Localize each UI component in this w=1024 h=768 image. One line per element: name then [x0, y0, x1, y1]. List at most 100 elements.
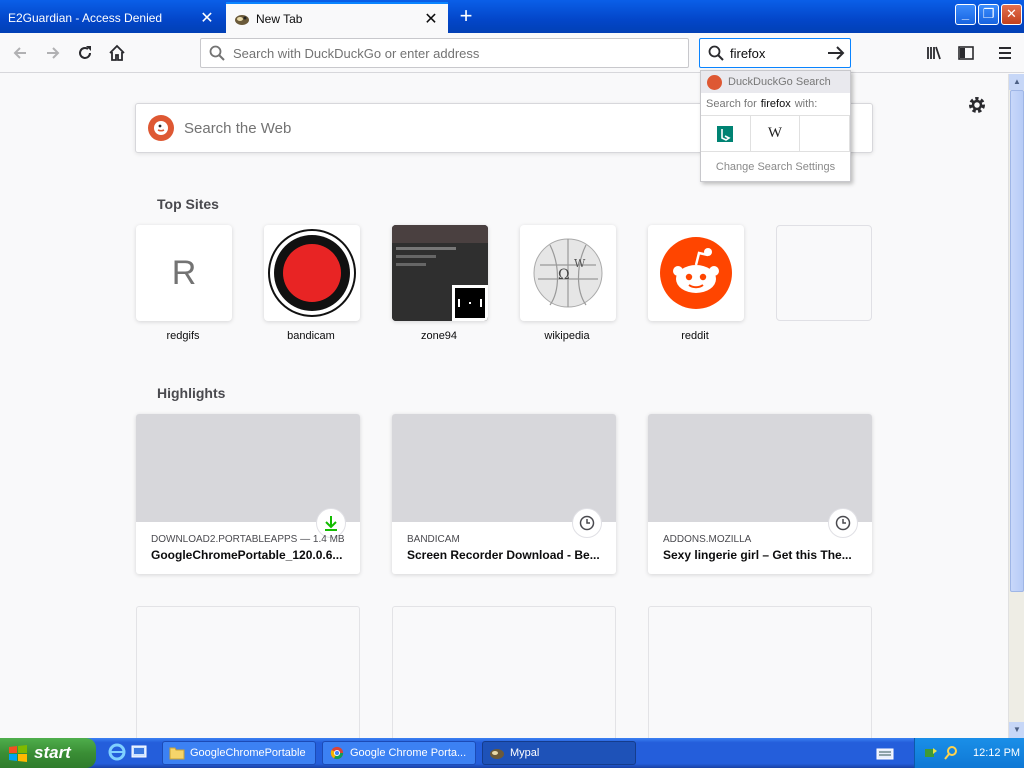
bing-engine-button[interactable] — [701, 115, 751, 152]
taskbar-item-explorer[interactable]: GoogleChromePortable — [162, 741, 316, 765]
mypal-icon — [490, 749, 504, 759]
highlight-source: ADDONS.MOZILLA — [663, 534, 752, 545]
top-site-empty — [776, 225, 872, 321]
top-site-reddit[interactable] — [648, 225, 744, 321]
reload-icon — [79, 46, 91, 59]
taskbar-item-chrome[interactable]: Google Chrome Porta... — [322, 741, 476, 765]
highlight-title: Sexy lingerie girl – Get this The... — [663, 548, 852, 562]
taskbar-item-mypal[interactable]: Mypal — [482, 741, 636, 765]
windows-taskbar: start GoogleChromePortable Google Chrome… — [0, 738, 1024, 768]
library-button[interactable] — [922, 41, 946, 65]
top-site-redgifs[interactable]: R — [136, 225, 232, 321]
clock-icon — [835, 515, 851, 531]
search-icon — [209, 45, 225, 61]
highlight-card[interactable]: DOWNLOAD2.PORTABLEAPPS — 1.4 MB GoogleCh… — [136, 414, 360, 574]
address-input[interactable] — [233, 45, 673, 61]
show-desktop-icon[interactable] — [130, 743, 148, 761]
duckduckgo-logo-icon — [148, 115, 174, 141]
highlight-card[interactable]: ADDONS.MOZILLA Sexy lingerie girl – Get … — [648, 414, 872, 574]
highlight-thumbnail — [392, 414, 616, 522]
zone94-screenshot-icon — [392, 225, 488, 321]
menu-button[interactable] — [993, 41, 1017, 65]
highlight-placeholder — [648, 606, 872, 738]
engine-name: DuckDuckGo Search — [728, 76, 831, 88]
highlights-heading: Highlights — [157, 385, 226, 401]
folder-icon — [169, 747, 185, 760]
scroll-up-arrow-icon[interactable]: ▲ — [1009, 74, 1024, 90]
duckduckgo-icon — [707, 74, 722, 90]
empty-engine-slot — [800, 115, 851, 152]
bandicam-logo-icon — [268, 229, 356, 317]
home-button[interactable] — [105, 41, 129, 65]
top-site-zone94[interactable] — [392, 225, 488, 321]
site-letter: R — [171, 253, 197, 292]
clock: 12:12 PM — [973, 747, 1021, 759]
wikipedia-engine-button[interactable]: W — [751, 115, 801, 152]
highlight-card[interactable]: BANDICAM Screen Recorder Download - Be..… — [392, 414, 616, 574]
wikipedia-globe-icon: Ω W — [533, 238, 603, 308]
minimize-button[interactable]: _ — [955, 4, 976, 25]
current-engine-header: DuckDuckGo Search — [701, 71, 850, 93]
search-input[interactable] — [730, 45, 825, 61]
highlight-title: Screen Recorder Download - Be... — [407, 548, 600, 562]
clock-icon — [579, 515, 595, 531]
tab-strip: E2Guardian - Access Denied ✕ New Tab ✕ +… — [0, 0, 1024, 33]
start-button[interactable]: start — [0, 738, 96, 768]
navigation-toolbar — [0, 33, 1024, 73]
top-site-wikipedia[interactable]: Ω W — [520, 225, 616, 321]
history-context-button[interactable] — [572, 508, 602, 538]
new-tab-page: Top Sites R redgifs bandicam zone94 — [0, 74, 1008, 738]
svg-text:W: W — [574, 257, 586, 270]
web-search-input[interactable] — [184, 119, 784, 137]
sidebar-button[interactable] — [954, 41, 978, 65]
mypal-favicon-icon — [235, 14, 249, 25]
forward-button[interactable] — [41, 41, 65, 65]
search-suggestions-popup: DuckDuckGo Search Search for firefox wit… — [700, 70, 851, 182]
highlight-source: DOWNLOAD2.PORTABLEAPPS — 1.4 MB — [151, 534, 345, 545]
tab-e2guardian[interactable]: E2Guardian - Access Denied ✕ — [0, 2, 224, 33]
top-site-bandicam[interactable] — [264, 225, 360, 321]
highlight-source: BANDICAM — [407, 534, 460, 545]
tab-new-tab[interactable]: New Tab ✕ — [226, 2, 448, 33]
top-sites-heading: Top Sites — [157, 196, 219, 212]
library-icon — [927, 46, 941, 60]
svg-text:Ω: Ω — [558, 267, 570, 283]
download-icon — [325, 516, 337, 531]
search-go-arrow-icon[interactable] — [826, 43, 846, 63]
top-site-label: redgifs — [166, 330, 200, 342]
search-icon — [708, 45, 724, 61]
close-window-button[interactable]: ✕ — [1001, 4, 1022, 25]
top-site-label: wikipedia — [544, 330, 590, 342]
network-icon[interactable] — [923, 745, 939, 761]
new-tab-button[interactable]: + — [454, 5, 478, 29]
highlight-placeholder — [136, 606, 360, 738]
history-context-button[interactable] — [828, 508, 858, 538]
bing-icon — [717, 125, 734, 142]
gear-icon[interactable] — [966, 94, 988, 116]
start-label: start — [34, 743, 71, 762]
restore-button[interactable]: ❐ — [978, 4, 999, 25]
search-bar[interactable] — [699, 38, 851, 68]
search-for-row: Search for firefox with: — [701, 93, 850, 116]
change-search-settings-button[interactable]: Change Search Settings — [701, 152, 850, 182]
forward-arrow-icon — [47, 47, 60, 59]
keyboard-icon[interactable] — [876, 745, 894, 763]
highlight-thumbnail — [136, 414, 360, 522]
chrome-icon — [330, 746, 344, 760]
home-icon — [109, 44, 125, 61]
back-button[interactable] — [8, 41, 32, 65]
top-site-label: bandicam — [287, 330, 335, 342]
scroll-down-arrow-icon[interactable]: ▼ — [1009, 722, 1024, 738]
vertical-scrollbar[interactable]: ▲ ▼ — [1008, 74, 1024, 738]
highlight-thumbnail — [648, 414, 872, 522]
back-arrow-icon — [13, 47, 26, 59]
internet-explorer-icon[interactable] — [108, 743, 126, 761]
top-site-label: zone94 — [420, 330, 458, 342]
address-bar[interactable] — [200, 38, 689, 68]
reload-button[interactable] — [73, 41, 97, 65]
reddit-logo-icon — [660, 237, 732, 309]
close-tab-icon[interactable]: ✕ — [422, 9, 440, 29]
scrollbar-thumb[interactable] — [1010, 90, 1024, 592]
search-icon[interactable] — [943, 745, 959, 761]
close-tab-icon[interactable]: ✕ — [198, 8, 216, 28]
